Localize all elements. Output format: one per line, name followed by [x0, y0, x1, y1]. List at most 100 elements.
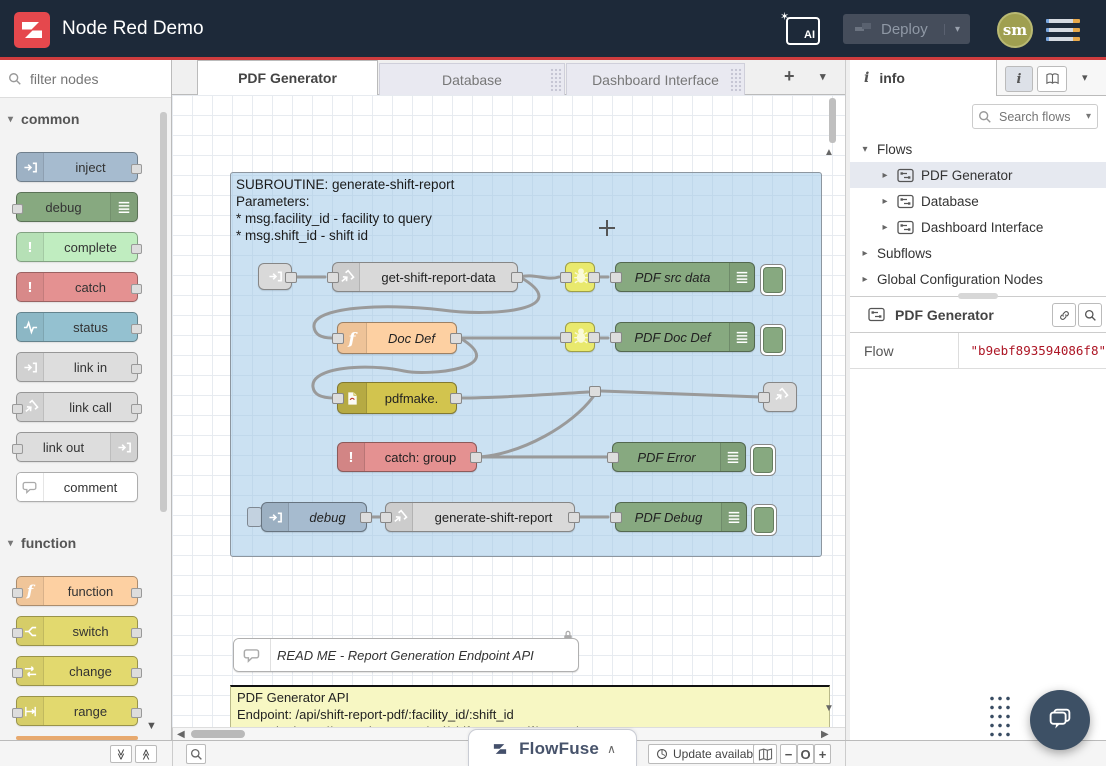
flowfuse-button[interactable]: FlowFuse ∧	[468, 729, 637, 766]
input-port[interactable]	[327, 272, 339, 283]
output-port[interactable]	[588, 332, 600, 343]
deploy-button[interactable]: Deploy ▾	[843, 14, 970, 44]
output-port[interactable]	[131, 324, 142, 334]
debug-toggle-button[interactable]	[760, 264, 786, 296]
deploy-caret-icon[interactable]: ▾	[944, 24, 970, 35]
input-port[interactable]	[12, 444, 23, 454]
wire-junction[interactable]	[589, 386, 601, 397]
input-port[interactable]	[610, 332, 622, 343]
output-port[interactable]	[131, 164, 142, 174]
input-port[interactable]	[12, 204, 23, 214]
palette-node-status[interactable]: status	[16, 312, 138, 342]
search-flow-button[interactable]	[1078, 303, 1102, 327]
input-port[interactable]	[332, 333, 344, 344]
output-port[interactable]	[131, 284, 142, 294]
tree-subflows[interactable]: ▸ Subflows	[850, 240, 1106, 266]
canvas-hscroll-thumb[interactable]	[191, 730, 245, 738]
palette-node-comment[interactable]: comment	[16, 472, 138, 502]
output-port[interactable]	[360, 512, 372, 523]
zoom-out-button[interactable]: −	[780, 744, 797, 764]
palette-node-inject[interactable]: inject	[16, 152, 138, 182]
output-port[interactable]	[131, 588, 142, 598]
output-port[interactable]	[131, 364, 142, 374]
canvas-search-button[interactable]	[186, 744, 206, 764]
help-book-button[interactable]	[1037, 66, 1067, 92]
palette-scrollbar-thumb[interactable]	[160, 112, 167, 512]
canvas-vscroll-thumb[interactable]	[829, 98, 836, 143]
input-port[interactable]	[12, 628, 23, 638]
palette-filter[interactable]	[0, 60, 171, 98]
flow-node-pdf-error[interactable]: PDF Error	[612, 442, 746, 472]
zoom-in-button[interactable]: +	[814, 744, 831, 764]
flow-node-inject-debug[interactable]: debug	[261, 502, 367, 532]
debug-toggle-button[interactable]	[751, 504, 777, 536]
input-port[interactable]	[12, 708, 23, 718]
flow-node-doc-def[interactable]: f Doc Def	[337, 322, 457, 354]
input-port[interactable]	[332, 393, 344, 404]
scroll-up-icon[interactable]: ▲	[824, 147, 834, 158]
debug-toggle-button[interactable]	[760, 324, 786, 356]
flow-node-bug-1[interactable]	[565, 262, 595, 292]
input-port[interactable]	[758, 392, 770, 403]
output-port[interactable]	[450, 393, 462, 404]
scroll-down-icon[interactable]: ▼	[824, 703, 834, 714]
widget-drag-handle[interactable]	[988, 694, 1010, 738]
palette-node-range[interactable]: range	[16, 696, 138, 726]
chat-widget-button[interactable]	[1030, 690, 1090, 750]
output-port[interactable]	[131, 244, 142, 254]
search-caret-icon[interactable]: ▾	[1086, 111, 1097, 122]
palette-node-debug[interactable]: debug	[16, 192, 138, 222]
tree-global-config[interactable]: ▸ Global Configuration Nodes	[850, 266, 1106, 292]
palette-node-link-call[interactable]: link call	[16, 392, 138, 422]
input-port[interactable]	[560, 272, 572, 283]
palette-node-catch[interactable]: ! catch	[16, 272, 138, 302]
palette-section-common[interactable]: ▾ common	[8, 108, 158, 130]
main-menu-button[interactable]	[1046, 17, 1080, 43]
user-avatar[interactable]: sm	[997, 12, 1033, 48]
tree-item-database[interactable]: ▸ Database	[850, 188, 1106, 214]
flow-node-link-out[interactable]	[763, 382, 797, 412]
output-port[interactable]	[588, 272, 600, 283]
scroll-right-icon[interactable]: ▶	[821, 729, 829, 740]
palette-node-complete[interactable]: ! complete	[16, 232, 138, 262]
sticky-note[interactable]: PDF Generator API Endpoint: /api/shift-r…	[230, 685, 830, 727]
tree-flows-root[interactable]: ▾ Flows	[850, 136, 1106, 162]
output-port[interactable]	[470, 452, 482, 463]
debug-toggle-button[interactable]	[750, 444, 776, 476]
minimap-button[interactable]	[753, 744, 777, 764]
palette-collapse-all-button[interactable]: ≫	[110, 745, 132, 763]
output-port[interactable]	[131, 628, 142, 638]
palette-node-change[interactable]: change	[16, 656, 138, 686]
flow-node-pdf-debug[interactable]: PDF Debug	[615, 502, 747, 532]
input-port[interactable]	[380, 512, 392, 523]
flow-node-generate-shift-report[interactable]: generate-shift-report	[385, 502, 575, 532]
tab-dashboard-interface[interactable]: Dashboard Interface	[566, 63, 745, 95]
input-port[interactable]	[610, 272, 622, 283]
add-flow-button[interactable]: +	[784, 66, 795, 87]
palette-node-link-in[interactable]: link in	[16, 352, 138, 382]
flow-node-pdfmake[interactable]: pdfmake.	[337, 382, 457, 414]
flow-canvas[interactable]: SUBROUTINE: generate-shift-reportParamet…	[172, 95, 845, 727]
zoom-reset-button[interactable]: O	[797, 744, 814, 764]
tree-item-pdf-generator[interactable]: ▸ PDF Generator	[850, 162, 1106, 188]
palette-expand-all-button[interactable]: ≫	[135, 745, 157, 763]
inject-run-button[interactable]	[247, 507, 262, 527]
output-port[interactable]	[568, 512, 580, 523]
output-port[interactable]	[131, 404, 142, 414]
output-port[interactable]	[511, 272, 523, 283]
input-port[interactable]	[12, 668, 23, 678]
flow-node-pdf-doc-def[interactable]: PDF Doc Def	[615, 322, 755, 352]
output-port[interactable]	[131, 708, 142, 718]
palette-filter-input[interactable]	[28, 70, 152, 88]
input-port[interactable]	[560, 332, 572, 343]
flow-node-bug-2[interactable]	[565, 322, 595, 352]
ai-assistant-button[interactable]: AI	[786, 17, 820, 45]
flow-node-link-in[interactable]	[258, 263, 292, 290]
tab-database[interactable]: Database	[379, 63, 565, 95]
flow-node-comment[interactable]: READ ME - Report Generation Endpoint API	[233, 638, 579, 672]
input-port[interactable]	[607, 452, 619, 463]
palette-node-link-out[interactable]: link out	[16, 432, 138, 462]
input-port[interactable]	[610, 512, 622, 523]
output-port[interactable]	[285, 272, 297, 283]
flow-node-pdf-src-data[interactable]: PDF src data	[615, 262, 755, 292]
